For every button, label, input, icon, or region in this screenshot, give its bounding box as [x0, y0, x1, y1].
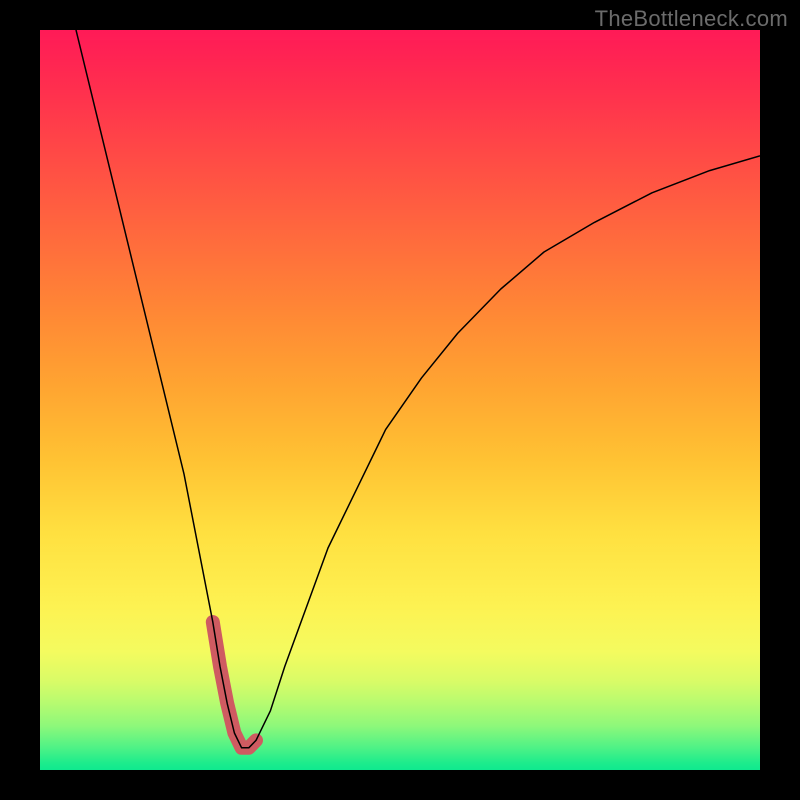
- bottleneck-curve: [76, 30, 760, 748]
- curve-svg: [40, 30, 760, 770]
- watermark-text: TheBottleneck.com: [595, 6, 788, 32]
- chart-frame: TheBottleneck.com: [0, 0, 800, 800]
- plot-area: [40, 30, 760, 770]
- minimum-marker: [213, 622, 256, 748]
